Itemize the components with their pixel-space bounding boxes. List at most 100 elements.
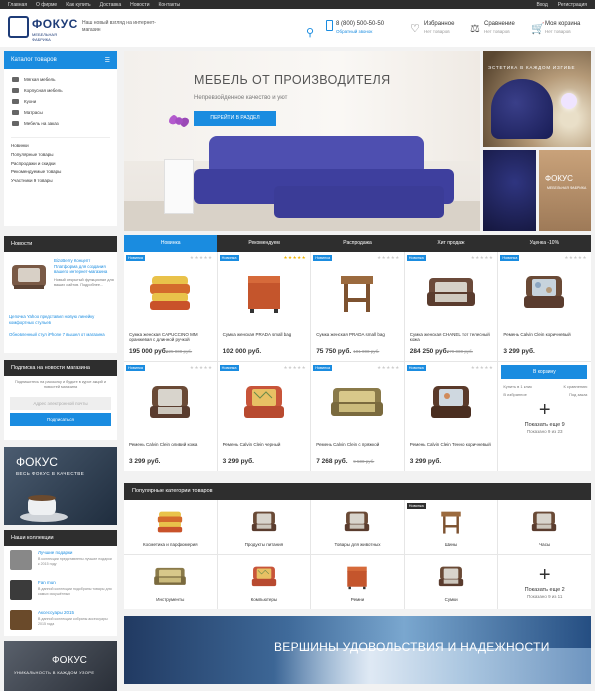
catalog-link[interactable]: Рекомендуемые товары	[4, 168, 117, 177]
product-name[interactable]: Сумка женская PRADA small bag	[223, 332, 308, 337]
preorder-link[interactable]: Под заказ	[569, 391, 587, 399]
catalog-link[interactable]: Популярные товары	[4, 151, 117, 160]
news-title-3[interactable]: Обновленный стул iPhone 7 вышел от магаз…	[9, 332, 113, 338]
product-image[interactable]	[331, 380, 384, 426]
compare-link[interactable]: ⚖ Сравнение Нет товаров	[470, 21, 515, 35]
add-to-cart-button[interactable]: В корзину	[501, 365, 588, 379]
tab[interactable]: Распродажа	[311, 235, 404, 252]
tab[interactable]: Уценка -10%	[498, 235, 591, 252]
category-tile[interactable]: Часы	[498, 500, 591, 554]
top-nav-link[interactable]: Доставка	[100, 2, 121, 8]
top-nav-link[interactable]: Как купить	[66, 2, 90, 8]
product-name[interactable]: Ремень Calvin Clein с пряжкой	[316, 442, 401, 447]
top-nav-link[interactable]: Главная	[8, 2, 27, 8]
top-nav-link[interactable]: Контакты	[158, 2, 180, 8]
product-name[interactable]: Сумка женская CHANEL тот телесный кожа	[410, 332, 495, 342]
collections-header: Наши коллекции	[4, 530, 117, 546]
category-tile[interactable]: Сумки	[404, 555, 498, 609]
category-name: Компьютеры	[250, 597, 278, 602]
product-name[interactable]: Ремень Calvin Clein оливий кожа	[129, 442, 214, 447]
product-image[interactable]	[238, 270, 290, 316]
category-tile[interactable]: Новинка Шины	[404, 500, 498, 554]
product-image[interactable]	[144, 270, 196, 316]
product-image[interactable]	[331, 270, 383, 316]
tab[interactable]: Хит продаж	[404, 235, 497, 252]
product-card[interactable]: Новинка ★★★★★ Ремень Calvin Clein с пряжко…	[311, 362, 404, 471]
banner-fabric[interactable]	[483, 150, 536, 231]
product-name[interactable]: Ремень Calvin Clein коричневый	[503, 332, 588, 337]
product-card[interactable]: Новинка ★★★★★ Сумка женская CHANEL тот тел…	[404, 252, 498, 361]
product-image[interactable]	[238, 380, 290, 426]
add-to-favorites-link[interactable]: В избранное	[503, 391, 526, 399]
collection-item[interactable]: Аксессуары 2015 В данной коллекции собран…	[4, 606, 117, 636]
favorites-link[interactable]: ♡ Избранное Нет товаров	[410, 21, 454, 35]
product-tabs: Новинка Рекомендуем Распродажа Хит продаж Уц…	[124, 235, 591, 252]
promo-banner[interactable]: ФОКУС ВЕСЬ ФОКУС В КАЧЕСТВЕ	[4, 447, 117, 525]
category-tile[interactable]: Косметика и парфюмерия	[124, 500, 217, 554]
product-name[interactable]: Сумка женская CAPUCCINO MM оранжевая с д…	[129, 332, 214, 342]
callback-link[interactable]: Обратный звонок	[336, 29, 384, 34]
news-title-2[interactable]: Цепочка Yahoo представил новую линейку к…	[9, 314, 113, 325]
buy-one-click-link[interactable]: Купить в 1 клик	[503, 383, 531, 391]
register-link[interactable]: Регистрация	[558, 2, 587, 8]
banner-armchair[interactable]: ЭСТЕТИКА В КАЖДОМ ИЗГИБЕ	[483, 51, 591, 147]
tab[interactable]: Новинка	[124, 235, 218, 252]
product-card[interactable]: Новинка ★★★★★ Сумка женская CAPUCCINO MM о…	[124, 252, 217, 361]
login-link[interactable]: Вход	[536, 2, 547, 8]
collection-item[interactable]: Fan mun В данной коллекции подобраны това…	[4, 576, 117, 606]
product-image[interactable]	[425, 270, 477, 316]
product-card[interactable]: Новинка ★★★★★ Ремень Calvin Clein Тенно ко…	[404, 362, 498, 471]
collection-name[interactable]: Лучшие подарки	[38, 550, 72, 555]
product-card[interactable]: Новинка ★★★★★ Ремень Calvin Clein оливий к…	[124, 362, 217, 471]
tab[interactable]: Рекомендуем	[217, 235, 310, 252]
product-card[interactable]: Новинка ★★★★★ Сумка женская PRADA small ba…	[311, 252, 404, 361]
collection-item[interactable]: Лучшие подарки В коллекции представлены л…	[4, 546, 117, 576]
category-tile[interactable]: Товары для животных	[311, 500, 404, 554]
banner-brand[interactable]: ФОКУС МЕБЕЛЬНАЯ ФАБРИКА	[539, 150, 591, 231]
product-name[interactable]: Ремень Calvin Clein черный	[223, 442, 308, 447]
catalog-item[interactable]: Кухни	[4, 97, 117, 108]
promo-banner-2[interactable]: ФОКУС УНИКАЛЬНОСТЬ В КАЖДОМ УЗОРЕ	[4, 641, 117, 691]
product-image[interactable]	[144, 380, 196, 426]
top-nav-link[interactable]: О фирме	[36, 2, 57, 8]
catalog-link[interactable]: Новинки	[4, 142, 117, 151]
product-image[interactable]	[518, 270, 570, 316]
catalog-item[interactable]: Мягкая мебель	[4, 75, 117, 86]
catalog-item[interactable]: Корпусная мебель	[4, 86, 117, 97]
hero-slider[interactable]: МЕБЕЛЬ ОТ ПРОИЗВОДИТЕЛЯ Непревзойденное …	[124, 51, 480, 231]
promo2-subtitle: УНИКАЛЬНОСТЬ В КАЖДОМ УЗОРЕ	[14, 670, 95, 675]
product-card[interactable]: Новинка ★★★★★ Ремень Calvin Clein коричнев…	[498, 252, 591, 397]
news-title-1[interactable]: BizoBerry Концепт Платформа для создания…	[54, 258, 114, 275]
cart-link[interactable]: 🛒 Моя корзина Нет товаров	[531, 21, 580, 35]
product-name[interactable]: Сумка женская PRADA small bag	[316, 332, 401, 337]
category-tile[interactable]: Ремни	[311, 555, 404, 609]
phone-block[interactable]: 8 (800) 500-50-50 Обратный звонок	[326, 20, 384, 34]
catalog-item[interactable]: Мебель на заказ	[4, 119, 117, 130]
collection-name[interactable]: Аксессуары 2015	[38, 610, 74, 615]
catalog-header[interactable]: Каталог товаров ☰	[4, 51, 117, 69]
catalog-links: Новинки Популярные товары Распродажи и ски…	[4, 142, 117, 186]
search-icon[interactable]: ⚲	[306, 26, 314, 39]
show-more-categories[interactable]: + Показать еще 2 Показано 9 из 11	[498, 555, 591, 609]
catalog-link[interactable]: Распродажи и скидки	[4, 160, 117, 169]
category-tile[interactable]: Инструменты	[124, 555, 217, 609]
top-nav-link[interactable]: Новости	[130, 2, 149, 8]
bottom-banner[interactable]: ВЕРШИНЫ УДОВОЛЬСТВИЯ И НАДЕЖНОСТИ	[124, 616, 591, 684]
product-price: 75 750 руб.	[316, 348, 352, 355]
favorites-count: Нет товаров	[424, 29, 450, 34]
catalog-link[interactable]: Участники 9 товары	[4, 177, 117, 186]
product-image[interactable]	[425, 380, 477, 426]
subscribe-button[interactable]: Подписаться	[10, 413, 111, 426]
collection-text: В коллекции представлены лучшие подарки …	[38, 557, 112, 566]
product-card[interactable]: Новинка ★★★★★ Сумка женская PRADA small ba…	[217, 252, 311, 361]
category-tile[interactable]: Продукты питания	[217, 500, 311, 554]
add-to-compare-link[interactable]: К сравнению	[563, 383, 587, 391]
product-card[interactable]: Новинка ★★★★★ Ремень Calvin Clein черный 3 …	[217, 362, 311, 471]
logo[interactable]: ФОКУС МЕБЕЛЬНАЯ ФАБРИКА	[8, 14, 77, 42]
product-name[interactable]: Ремень Calvin Clein Тенно коричневый	[410, 442, 495, 447]
subscribe-email-input[interactable]: Адрес электронной почты	[10, 397, 111, 410]
catalog-item[interactable]: Матрасы	[4, 108, 117, 119]
hero-button[interactable]: ПЕРЕЙТИ В РАЗДЕЛ	[194, 111, 276, 126]
collection-name[interactable]: Fan mun	[38, 580, 56, 585]
category-tile[interactable]: Компьютеры	[217, 555, 311, 609]
